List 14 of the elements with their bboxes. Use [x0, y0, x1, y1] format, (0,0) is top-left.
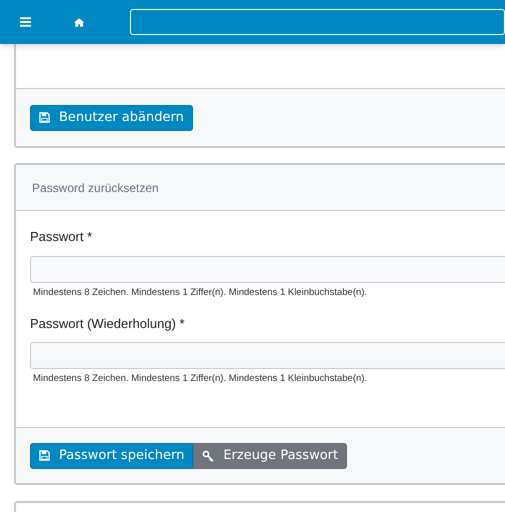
field-label: Passwort *: [30, 228, 94, 246]
field-label: Passwort (Wiederholung) *: [30, 314, 186, 333]
button[interactable]: Passwort speichern: [30, 442, 194, 468]
help-text: Mindestens 8 Zeichen. Mindestens 1 Ziffer(n). Mindestens 1 Kleinbuchstabe(n).: [33, 372, 368, 386]
help-text: Mindestens 8 Zeichen. Mindestens 1 Ziffer(n). Mindestens 1 Kleinbuchstabe(n).: [33, 286, 368, 300]
button[interactable]: Benutzer abändern: [30, 104, 193, 130]
home-icon[interactable]: [74, 18, 85, 26]
input-field[interactable]: [30, 256, 505, 282]
search-field[interactable]: [130, 9, 505, 35]
card-title: Password zurücksetzen: [32, 180, 159, 196]
input-field[interactable]: [30, 342, 505, 370]
menu-icon[interactable]: [20, 17, 32, 27]
key-icon: [202, 450, 214, 462]
button[interactable]: Erzeuge Passwort: [193, 442, 348, 468]
